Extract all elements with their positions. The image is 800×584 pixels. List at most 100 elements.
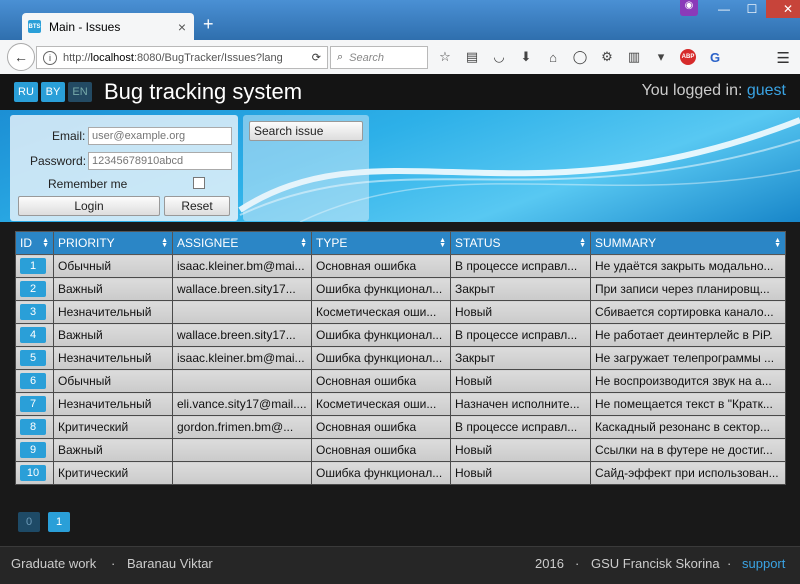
page-button-prev[interactable]: 0: [18, 512, 40, 532]
page-button-current[interactable]: 1: [48, 512, 70, 532]
column-header-id[interactable]: ID ▲ ▼: [15, 231, 54, 255]
table-row[interactable]: 1 Обычный isaac.kleiner.bm@mai... Основная …: [15, 254, 786, 278]
issue-id-button[interactable]: 2: [20, 281, 46, 297]
cell-id: 6: [15, 369, 54, 393]
sort-icon[interactable]: ▲ ▼: [439, 237, 446, 249]
table-header-row: ID ▲ ▼ PRIORITY ▲ ▼ ASSIGNEE ▲ ▼ TYPE ▲ ▼ STATUS…: [15, 231, 786, 255]
login-button[interactable]: Login: [18, 196, 160, 216]
table-row[interactable]: 4 Важный wallace.breen.sity17... Ошибка фун…: [15, 323, 786, 347]
footer-year: 2016: [535, 556, 564, 571]
back-arrow-icon[interactable]: ←: [7, 43, 35, 71]
cell-id: 3: [15, 300, 54, 324]
cell-assignee: [172, 461, 312, 485]
table-row[interactable]: 5 Незначительный isaac.kleiner.bm@mai... Ош…: [15, 346, 786, 370]
table-row[interactable]: 9 Важный Основная ошибка Новый Ссылки на в ф…: [15, 438, 786, 462]
cell-status: Закрыт: [450, 277, 591, 301]
cell-id: 10: [15, 461, 54, 485]
cell-summary: Не загружает телепрограммы ...: [590, 346, 786, 370]
cell-priority: Критический: [53, 415, 173, 439]
issue-id-button[interactable]: 10: [20, 465, 46, 481]
close-icon[interactable]: ×: [178, 19, 186, 35]
remember-me-checkbox[interactable]: [193, 177, 205, 189]
cell-type: Ошибка функционал...: [311, 346, 451, 370]
table-row[interactable]: 7 Незначительный eli.vance.sity17@mail....…: [15, 392, 786, 416]
sort-icon[interactable]: ▲ ▼: [161, 237, 168, 249]
maximize-icon[interactable]: ☐: [738, 0, 766, 18]
browser-titlebar: BTS Main - Issues × + ◉ — ☐ ✕: [0, 0, 800, 40]
column-header-priority[interactable]: PRIORITY ▲ ▼: [53, 231, 173, 255]
column-header-type[interactable]: TYPE ▲ ▼: [311, 231, 451, 255]
issue-id-button[interactable]: 3: [20, 304, 46, 320]
password-field[interactable]: [88, 152, 232, 170]
bookmark-star-icon[interactable]: ☆: [434, 48, 456, 66]
column-header-assignee[interactable]: ASSIGNEE ▲ ▼: [172, 231, 312, 255]
browser-search-input[interactable]: ⌕ Search: [330, 46, 428, 69]
table-row[interactable]: 2 Важный wallace.breen.sity17... Ошибка фун…: [15, 277, 786, 301]
extension-icon[interactable]: ⚙: [596, 48, 618, 66]
table-row[interactable]: 10 Критический Ошибка функционал... Новый Са…: [15, 461, 786, 485]
issue-id-button[interactable]: 7: [20, 396, 46, 412]
download-icon[interactable]: ⬇: [515, 48, 537, 66]
translate-icon[interactable]: G: [704, 48, 726, 66]
lang-by-button[interactable]: BY: [41, 82, 65, 102]
sort-icon[interactable]: ▲ ▼: [300, 237, 307, 249]
minimize-icon[interactable]: —: [710, 0, 738, 18]
issue-id-button[interactable]: 1: [20, 258, 46, 274]
toolbar-icons: ☆ ▤ ◡ ⬇ ⌂ ◯ ⚙ ▥ ▾ ABP G: [434, 48, 731, 66]
browser-tab[interactable]: BTS Main - Issues ×: [22, 13, 194, 40]
column-header-status[interactable]: STATUS ▲ ▼: [450, 231, 591, 255]
trash-icon[interactable]: ▥: [623, 48, 645, 66]
window-close-icon[interactable]: ✕: [766, 0, 800, 18]
lang-en-button[interactable]: EN: [68, 82, 92, 102]
cell-assignee: [172, 369, 312, 393]
info-icon[interactable]: i: [43, 50, 57, 65]
cell-type: Косметическая оши...: [311, 300, 451, 324]
cell-assignee: gordon.frimen.bm@...: [172, 415, 312, 439]
issues-table: ID ▲ ▼ PRIORITY ▲ ▼ ASSIGNEE ▲ ▼ TYPE ▲ ▼ STATUS…: [15, 231, 786, 485]
cell-summary: При записи через планировщ...: [590, 277, 786, 301]
cell-type: Основная ошибка: [311, 369, 451, 393]
hamburger-menu-icon[interactable]: ☰: [777, 49, 790, 67]
dropdown-icon[interactable]: ▾: [650, 48, 672, 66]
issue-id-button[interactable]: 8: [20, 419, 46, 435]
cell-id: 7: [15, 392, 54, 416]
url-bar[interactable]: i http://localhost:8080/BugTracker/Issue…: [36, 46, 328, 69]
mask-icon[interactable]: ◉: [680, 0, 698, 16]
email-field[interactable]: [88, 127, 232, 145]
cell-summary: Сбивается сортировка канало...: [590, 300, 786, 324]
footer-org: GSU Francisk Skorina: [591, 556, 720, 571]
site-brand[interactable]: Bug tracking system: [104, 79, 302, 105]
support-link[interactable]: support: [742, 556, 785, 571]
new-tab-icon[interactable]: +: [203, 14, 214, 35]
issue-id-button[interactable]: 9: [20, 442, 46, 458]
reload-icon[interactable]: ⟳: [312, 51, 321, 64]
site-header: RU BY EN Bug tracking system You logged …: [0, 74, 800, 110]
column-header-summary[interactable]: SUMMARY ▲ ▼: [590, 231, 786, 255]
reading-list-icon[interactable]: ▤: [461, 48, 483, 66]
adblock-icon[interactable]: ABP: [677, 48, 699, 66]
issue-id-button[interactable]: 6: [20, 373, 46, 389]
pocket-icon[interactable]: ◡: [488, 48, 510, 66]
cell-type: Основная ошибка: [311, 415, 451, 439]
sort-icon[interactable]: ▲ ▼: [579, 237, 586, 249]
footer-separator: ·: [111, 556, 116, 571]
search-panel: Search issue: [243, 115, 369, 221]
page: RU BY EN Bug tracking system You logged …: [0, 74, 800, 584]
sort-icon[interactable]: ▲ ▼: [42, 237, 49, 249]
cell-status: Новый: [450, 369, 591, 393]
search-icon: ⌕: [337, 51, 344, 63]
issue-id-button[interactable]: 4: [20, 327, 46, 343]
sort-icon[interactable]: ▲ ▼: [774, 237, 781, 249]
table-row[interactable]: 3 Незначительный Косметическая оши... Новый…: [15, 300, 786, 324]
issue-id-button[interactable]: 5: [20, 350, 46, 366]
home-icon[interactable]: ⌂: [542, 48, 564, 66]
table-row[interactable]: 8 Критический gordon.frimen.bm@... Основная…: [15, 415, 786, 439]
cell-status: Новый: [450, 300, 591, 324]
table-row[interactable]: 6 Обычный Основная ошибка Новый Не воспроизв…: [15, 369, 786, 393]
chat-icon[interactable]: ◯: [569, 48, 591, 66]
reset-button[interactable]: Reset: [164, 196, 230, 216]
cell-type: Основная ошибка: [311, 254, 451, 278]
search-issue-button[interactable]: Search issue: [249, 121, 363, 141]
lang-ru-button[interactable]: RU: [14, 82, 38, 102]
guest-link[interactable]: guest: [747, 82, 786, 99]
